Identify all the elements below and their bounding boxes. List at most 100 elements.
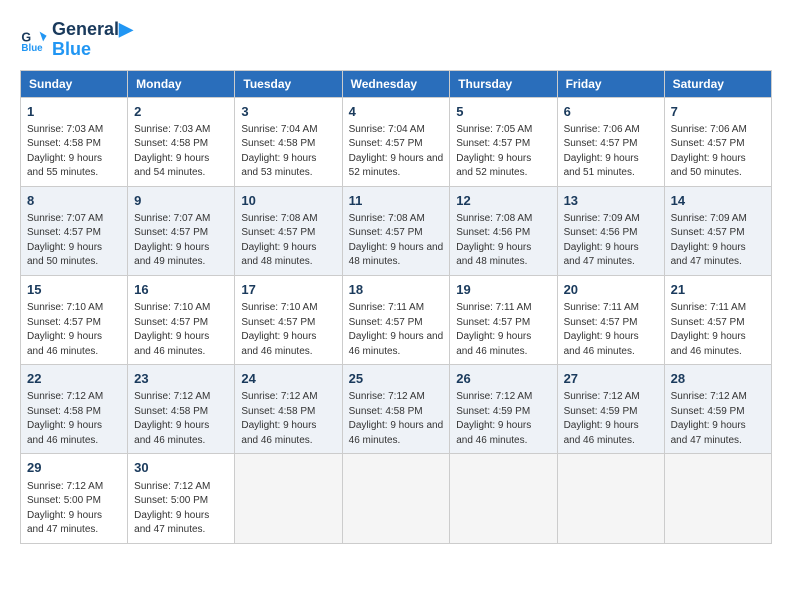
day-number: 6 [564, 103, 658, 121]
day-number: 29 [27, 459, 121, 477]
calendar-header: SundayMondayTuesdayWednesdayThursdayFrid… [21, 70, 772, 97]
day-number: 30 [134, 459, 228, 477]
calendar-day-cell: 14 Sunrise: 7:09 AMSunset: 4:57 PMDayligh… [664, 186, 771, 275]
calendar-day-cell: 3Sunrise: 7:04 AMSunset: 4:58 PMDaylight… [235, 97, 342, 186]
calendar-day-cell: 19Sunrise: 7:11 AMSunset: 4:57 PMDayligh… [450, 275, 557, 364]
day-info: Sunrise: 7:07 AMSunset: 4:57 PMDaylight:… [134, 212, 228, 270]
calendar-day-cell: 15 Sunrise: 7:10 AMSunset: 4:57 PMDayligh… [21, 275, 128, 364]
day-info: Sunrise: 7:06 AMSunset: 4:57 PMDaylight:… [671, 123, 765, 181]
calendar-empty-cell [557, 454, 664, 543]
header-day-monday: Monday [128, 70, 235, 97]
calendar-table: SundayMondayTuesdayWednesdayThursdayFrid… [20, 70, 772, 544]
day-number: 7 [671, 103, 765, 121]
day-number: 28 [671, 370, 765, 388]
header-day-friday: Friday [557, 70, 664, 97]
day-number: 11 [349, 192, 444, 210]
day-info: Sunrise: 7:10 AMSunset: 4:57 PMDaylight:… [134, 301, 228, 359]
day-number: 27 [564, 370, 658, 388]
day-info: Sunrise: 7:05 AMSunset: 4:57 PMDaylight:… [456, 123, 550, 181]
calendar-week-row: 8 Sunrise: 7:07 AMSunset: 4:57 PMDaylight… [21, 186, 772, 275]
calendar-day-cell: 23 Sunrise: 7:12 AMSunset: 4:58 PMDayligh… [128, 365, 235, 454]
calendar-day-cell: 1 Sunrise: 7:03 AMSunset: 4:58 PMDaylight… [21, 97, 128, 186]
calendar-day-cell: 10 Sunrise: 7:08 AMSunset: 4:57 PMDayligh… [235, 186, 342, 275]
calendar-week-row: 22Sunrise: 7:12 AMSunset: 4:58 PMDayligh… [21, 365, 772, 454]
calendar-week-row: 29 Sunrise: 7:12 AMSunset: 5:00 PMDayligh… [21, 454, 772, 543]
calendar-day-cell: 21 Sunrise: 7:11 AMSunset: 4:57 PMDayligh… [664, 275, 771, 364]
calendar-day-cell: 29 Sunrise: 7:12 AMSunset: 5:00 PMDayligh… [21, 454, 128, 543]
calendar-empty-cell [450, 454, 557, 543]
day-number: 12 [456, 192, 550, 210]
day-info: Sunrise: 7:08 AMSunset: 4:57 PMDaylight:… [349, 212, 444, 270]
day-info: Sunrise: 7:11 AMSunset: 4:57 PMDaylight:… [349, 301, 444, 359]
day-number: 21 [671, 281, 765, 299]
calendar-day-cell: 20 Sunrise: 7:11 AMSunset: 4:57 PMDayligh… [557, 275, 664, 364]
day-number: 10 [241, 192, 335, 210]
day-info: Sunrise: 7:11 AMSunset: 4:57 PMDaylight:… [564, 301, 658, 359]
day-number: 18 [349, 281, 444, 299]
calendar-day-cell: 22Sunrise: 7:12 AMSunset: 4:58 PMDayligh… [21, 365, 128, 454]
header-day-wednesday: Wednesday [342, 70, 450, 97]
day-info: Sunrise: 7:04 AMSunset: 4:57 PMDaylight:… [349, 123, 444, 181]
calendar-day-cell: 18 Sunrise: 7:11 AMSunset: 4:57 PMDayligh… [342, 275, 450, 364]
calendar-day-cell: 5 Sunrise: 7:05 AMSunset: 4:57 PMDaylight… [450, 97, 557, 186]
day-info: Sunrise: 7:09 AMSunset: 4:57 PMDaylight:… [671, 212, 765, 270]
header-row: SundayMondayTuesdayWednesdayThursdayFrid… [21, 70, 772, 97]
header-day-saturday: Saturday [664, 70, 771, 97]
logo-text: General▶ Blue [52, 20, 133, 60]
calendar-empty-cell [664, 454, 771, 543]
calendar-day-cell: 7 Sunrise: 7:06 AMSunset: 4:57 PMDaylight… [664, 97, 771, 186]
day-info: Sunrise: 7:08 AMSunset: 4:56 PMDaylight:… [456, 212, 550, 270]
day-number: 26 [456, 370, 550, 388]
calendar-day-cell: 27 Sunrise: 7:12 AMSunset: 4:59 PMDayligh… [557, 365, 664, 454]
day-number: 19 [456, 281, 550, 299]
day-info: Sunrise: 7:08 AMSunset: 4:57 PMDaylight:… [241, 212, 335, 270]
calendar-day-cell: 28Sunrise: 7:12 AMSunset: 4:59 PMDayligh… [664, 365, 771, 454]
day-info: Sunrise: 7:12 AMSunset: 4:58 PMDaylight:… [349, 390, 444, 448]
svg-text:G: G [21, 30, 31, 44]
day-number: 14 [671, 192, 765, 210]
day-info: Sunrise: 7:03 AMSunset: 4:58 PMDaylight:… [27, 123, 121, 181]
logo-icon: G Blue [20, 26, 48, 54]
logo: G Blue General▶ Blue [20, 20, 133, 60]
calendar-day-cell: 9Sunrise: 7:07 AMSunset: 4:57 PMDaylight… [128, 186, 235, 275]
day-number: 13 [564, 192, 658, 210]
day-info: Sunrise: 7:10 AMSunset: 4:57 PMDaylight:… [241, 301, 335, 359]
day-info: Sunrise: 7:12 AMSunset: 4:59 PMDaylight:… [456, 390, 550, 448]
day-number: 5 [456, 103, 550, 121]
calendar-day-cell: 12 Sunrise: 7:08 AMSunset: 4:56 PMDayligh… [450, 186, 557, 275]
day-info: Sunrise: 7:12 AMSunset: 4:58 PMDaylight:… [241, 390, 335, 448]
day-number: 20 [564, 281, 658, 299]
day-number: 4 [349, 103, 444, 121]
day-number: 23 [134, 370, 228, 388]
day-number: 2 [134, 103, 228, 121]
day-number: 25 [349, 370, 444, 388]
calendar-day-cell: 2 Sunrise: 7:03 AMSunset: 4:58 PMDaylight… [128, 97, 235, 186]
calendar-day-cell: 25 Sunrise: 7:12 AMSunset: 4:58 PMDayligh… [342, 365, 450, 454]
calendar-day-cell: 13 Sunrise: 7:09 AMSunset: 4:56 PMDayligh… [557, 186, 664, 275]
calendar-day-cell: 26 Sunrise: 7:12 AMSunset: 4:59 PMDayligh… [450, 365, 557, 454]
day-info: Sunrise: 7:06 AMSunset: 4:57 PMDaylight:… [564, 123, 658, 181]
day-info: Sunrise: 7:07 AMSunset: 4:57 PMDaylight:… [27, 212, 121, 270]
day-info: Sunrise: 7:09 AMSunset: 4:56 PMDaylight:… [564, 212, 658, 270]
day-info: Sunrise: 7:10 AMSunset: 4:57 PMDaylight:… [27, 301, 121, 359]
calendar-body: 1 Sunrise: 7:03 AMSunset: 4:58 PMDaylight… [21, 97, 772, 543]
day-number: 15 [27, 281, 121, 299]
calendar-day-cell: 11 Sunrise: 7:08 AMSunset: 4:57 PMDayligh… [342, 186, 450, 275]
svg-text:Blue: Blue [21, 43, 43, 54]
calendar-week-row: 1 Sunrise: 7:03 AMSunset: 4:58 PMDaylight… [21, 97, 772, 186]
calendar-empty-cell [342, 454, 450, 543]
day-number: 8 [27, 192, 121, 210]
header: G Blue General▶ Blue [20, 20, 772, 60]
calendar-day-cell: 6 Sunrise: 7:06 AMSunset: 4:57 PMDaylight… [557, 97, 664, 186]
day-info: Sunrise: 7:03 AMSunset: 4:58 PMDaylight:… [134, 123, 228, 181]
day-info: Sunrise: 7:12 AMSunset: 5:00 PMDaylight:… [27, 480, 121, 538]
header-day-thursday: Thursday [450, 70, 557, 97]
header-day-sunday: Sunday [21, 70, 128, 97]
day-number: 1 [27, 103, 121, 121]
day-info: Sunrise: 7:11 AMSunset: 4:57 PMDaylight:… [671, 301, 765, 359]
day-info: Sunrise: 7:04 AMSunset: 4:58 PMDaylight:… [241, 123, 335, 181]
day-info: Sunrise: 7:12 AMSunset: 4:58 PMDaylight:… [134, 390, 228, 448]
day-info: Sunrise: 7:12 AMSunset: 4:58 PMDaylight:… [27, 390, 121, 448]
calendar-day-cell: 8 Sunrise: 7:07 AMSunset: 4:57 PMDaylight… [21, 186, 128, 275]
day-info: Sunrise: 7:12 AMSunset: 4:59 PMDaylight:… [564, 390, 658, 448]
